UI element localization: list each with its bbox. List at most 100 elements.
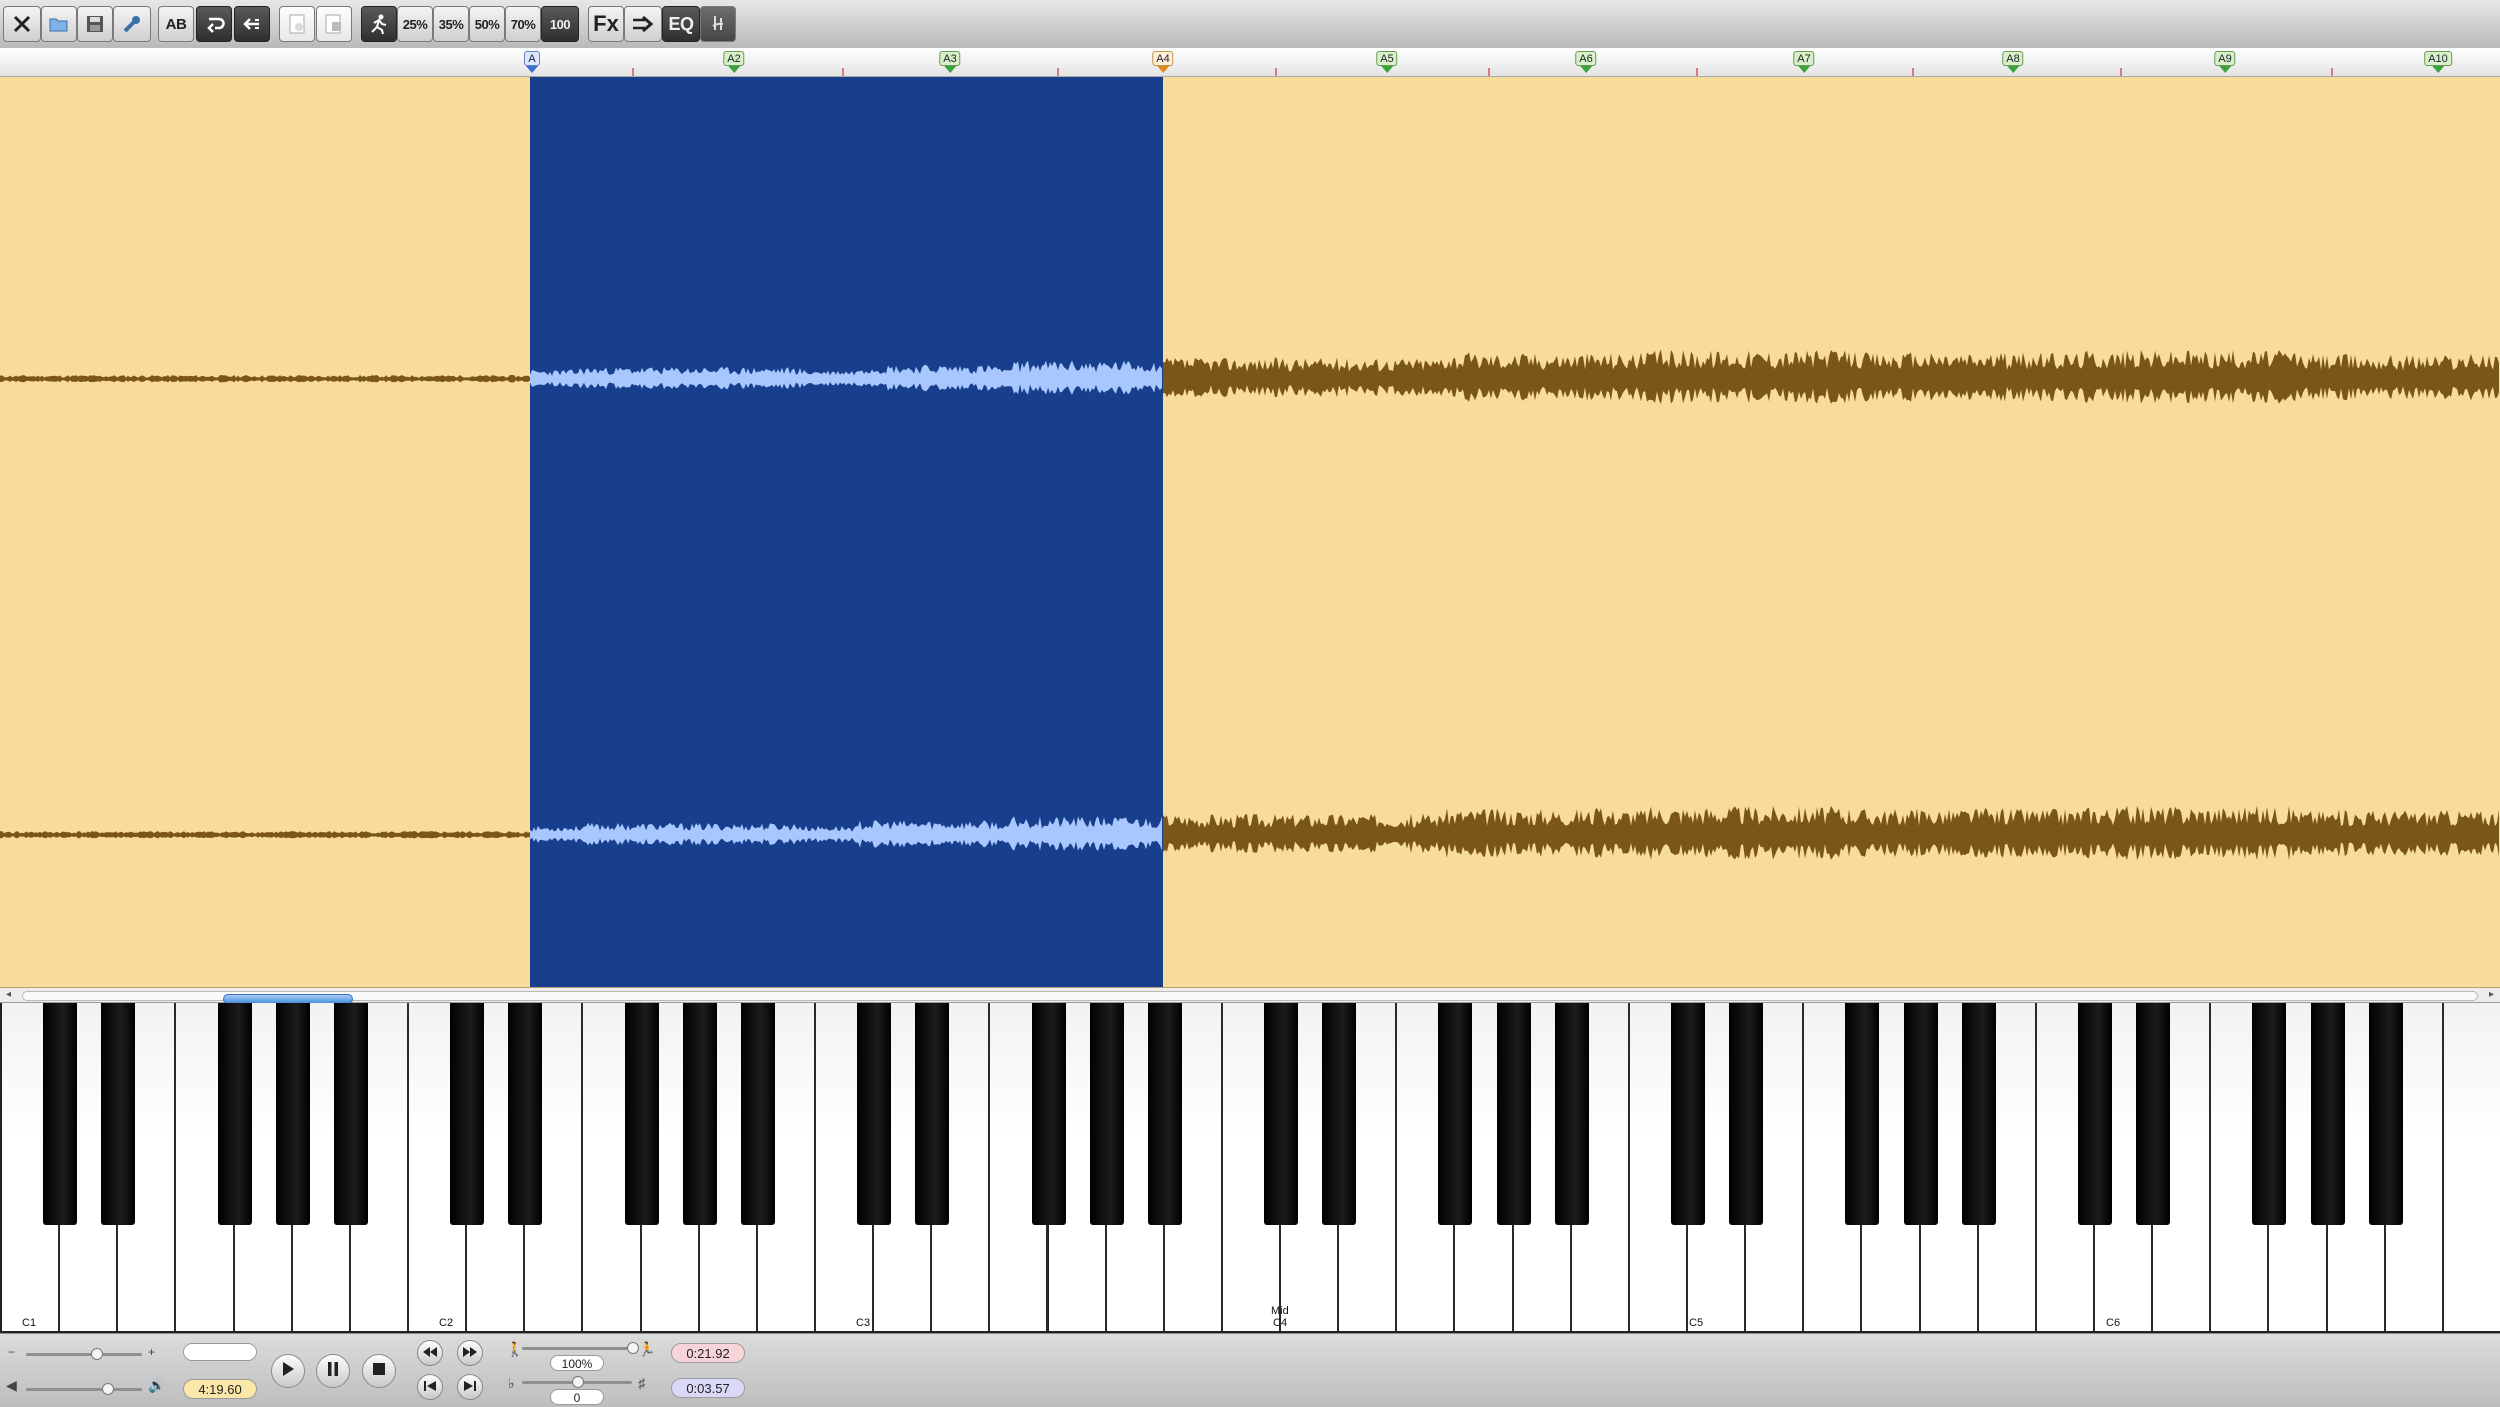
piano-black-key[interactable] — [740, 1003, 775, 1225]
forward-button[interactable] — [624, 6, 662, 42]
piano-black-key[interactable] — [1496, 1003, 1531, 1225]
timeline-ruler[interactable]: A A2 A3 A4 A5 A6 A7 A8 A9 A10 — [0, 48, 2500, 77]
piano-black-key[interactable] — [1438, 1003, 1473, 1225]
fast-forward-button[interactable] — [457, 1340, 483, 1366]
piano-black-key[interactable] — [508, 1003, 543, 1225]
loop-icon — [203, 14, 225, 34]
piano-black-key[interactable] — [1903, 1003, 1938, 1225]
back-button[interactable] — [234, 6, 270, 42]
pitch-value-field[interactable]: 0 — [550, 1389, 604, 1405]
page-button[interactable] — [279, 6, 315, 42]
piano-black-key[interactable] — [333, 1003, 368, 1225]
pitch-slider-knob[interactable] — [572, 1376, 584, 1388]
waveform-channel-left-after — [1163, 349, 2499, 405]
speed-run-button[interactable] — [361, 6, 397, 42]
pause-button[interactable] — [316, 1354, 350, 1388]
search-field[interactable] — [183, 1343, 257, 1361]
piano-black-key[interactable] — [1961, 1003, 1996, 1225]
piano-black-key[interactable] — [1671, 1003, 1706, 1225]
marker-a10-label: A10 — [2424, 51, 2452, 66]
marker-a5[interactable]: A5 — [1376, 51, 1398, 73]
marker-a2[interactable]: A2 — [723, 51, 745, 73]
key-label-c1: C1 — [22, 1317, 37, 1329]
speed-70-button[interactable]: 70% — [505, 6, 541, 42]
previous-button[interactable] — [417, 1374, 443, 1400]
marker-a8[interactable]: A8 — [2002, 51, 2024, 73]
marker-a4[interactable]: A4 — [1152, 51, 1174, 73]
fx-label: Fx — [593, 11, 619, 36]
volume-low-icon: ◀ — [6, 1377, 17, 1393]
speed-slider[interactable] — [522, 1347, 632, 1350]
fx-button[interactable]: Fx — [588, 6, 624, 42]
close-button[interactable] — [3, 6, 41, 42]
piano-black-key[interactable] — [217, 1003, 252, 1225]
volume-slider[interactable] — [26, 1388, 142, 1391]
piano-black-key[interactable] — [1031, 1003, 1066, 1225]
zoom-out-icon[interactable]: − — [8, 1345, 15, 1359]
marker-a3[interactable]: A3 — [939, 51, 961, 73]
piano-black-key[interactable] — [1089, 1003, 1124, 1225]
stop-button[interactable] — [362, 1354, 396, 1388]
marker-a2-label: A2 — [723, 51, 745, 66]
marker-a9[interactable]: A9 — [2214, 51, 2236, 73]
transport-bar: − + ◀ 🔊 4:19.60 🚶 🏃 100% ♭ ♯ 0 0:21.92 0… — [0, 1333, 2500, 1407]
piano-white-key[interactable] — [2443, 1003, 2500, 1331]
speed-70-label: 70% — [510, 16, 536, 32]
piano-black-key[interactable] — [275, 1003, 310, 1225]
page-edit-button[interactable] — [316, 6, 352, 42]
play-icon — [281, 1361, 295, 1382]
eq-button[interactable]: EQ — [662, 6, 700, 42]
zoom-slider[interactable] — [26, 1353, 142, 1356]
piano-black-key[interactable] — [915, 1003, 950, 1225]
speed-25-button[interactable]: 25% — [397, 6, 433, 42]
piano-black-key[interactable] — [1264, 1003, 1299, 1225]
speed-35-button[interactable]: 35% — [433, 6, 469, 42]
speed-50-button[interactable]: 50% — [469, 6, 505, 42]
loop-button[interactable] — [196, 6, 232, 42]
piano-black-key[interactable] — [2310, 1003, 2345, 1225]
zoom-slider-knob[interactable] — [90, 1348, 103, 1360]
tuner-button[interactable] — [700, 6, 736, 42]
piano-black-key[interactable] — [2252, 1003, 2287, 1225]
rewind-button[interactable] — [417, 1340, 443, 1366]
piano-black-key[interactable] — [682, 1003, 717, 1225]
marker-a7[interactable]: A7 — [1793, 51, 1815, 73]
ab-repeat-button[interactable]: AB — [158, 6, 194, 42]
piano-black-key[interactable] — [1147, 1003, 1182, 1225]
volume-slider-knob[interactable] — [102, 1383, 115, 1395]
marker-a[interactable]: A — [524, 51, 540, 73]
piano-black-key[interactable] — [1554, 1003, 1589, 1225]
tools-button[interactable] — [113, 6, 151, 42]
runner-icon — [368, 13, 390, 35]
piano-black-key[interactable] — [624, 1003, 659, 1225]
rewind-icon — [423, 1344, 437, 1362]
piano-black-key[interactable] — [2136, 1003, 2171, 1225]
piano-black-key[interactable] — [857, 1003, 892, 1225]
piano-black-key[interactable] — [1322, 1003, 1357, 1225]
horizontal-scrollbar[interactable]: ◂ ▸ — [0, 988, 2500, 1004]
marker-a10[interactable]: A10 — [2424, 51, 2452, 73]
save-button[interactable] — [77, 6, 113, 42]
piano-black-key[interactable] — [1845, 1003, 1880, 1225]
open-button[interactable] — [41, 6, 77, 42]
scroll-right-icon[interactable]: ▸ — [2489, 989, 2494, 1000]
scroll-left-icon[interactable]: ◂ — [6, 989, 11, 1000]
scroll-track[interactable] — [22, 991, 2478, 1004]
play-button[interactable] — [271, 1354, 305, 1388]
key-label-c4: C4 — [1273, 1317, 1288, 1329]
waveform-view[interactable] — [0, 77, 2500, 988]
piano-black-key[interactable] — [43, 1003, 78, 1225]
next-button[interactable] — [457, 1374, 483, 1400]
piano-black-key[interactable] — [2078, 1003, 2113, 1225]
key-label-c3: C3 — [856, 1317, 871, 1329]
marker-a6[interactable]: A6 — [1575, 51, 1597, 73]
piano-black-key[interactable] — [1729, 1003, 1764, 1225]
speed-value-field[interactable]: 100% — [550, 1355, 604, 1371]
key-label-c6: C6 — [2106, 1317, 2121, 1329]
piano-black-key[interactable] — [2368, 1003, 2403, 1225]
piano-black-key[interactable] — [450, 1003, 485, 1225]
piano-black-key[interactable] — [101, 1003, 136, 1225]
eq-label: EQ — [668, 13, 694, 34]
zoom-in-icon[interactable]: + — [148, 1345, 155, 1359]
speed-100-button[interactable]: 100 — [541, 6, 579, 42]
